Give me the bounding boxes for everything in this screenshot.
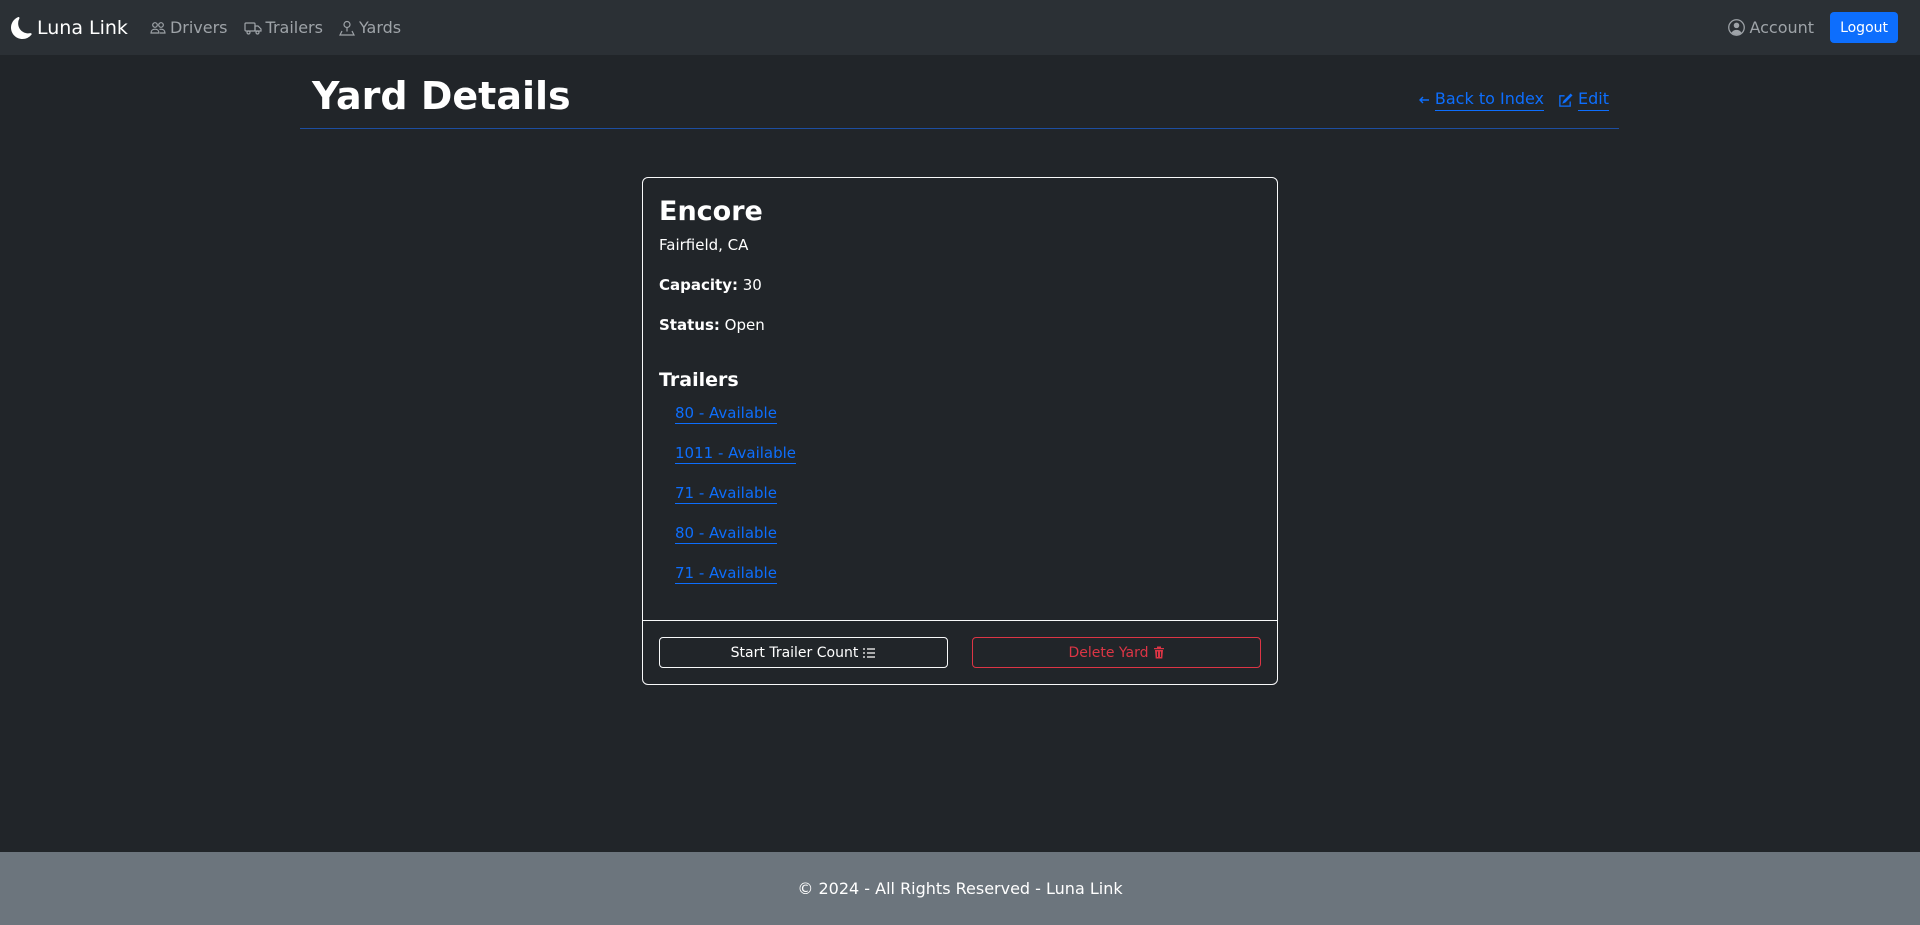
start-trailer-count-button[interactable]: Start Trailer Count [659, 637, 948, 668]
logout-button[interactable]: Logout [1830, 12, 1898, 43]
nav-drivers[interactable]: Drivers [150, 18, 228, 37]
trash-icon [1153, 646, 1164, 659]
page-footer: © 2024 - All Rights Reserved - Luna Link [0, 852, 1920, 925]
list-item: 80 - Available [675, 523, 1261, 563]
nav-drivers-label: Drivers [169, 18, 228, 37]
back-to-index-link[interactable]: Back to Index [1418, 89, 1545, 111]
brand-link[interactable]: Luna Link [11, 17, 128, 39]
yard-card-footer: Start Trailer Count Delete Yard [643, 620, 1277, 684]
page-title: Yard Details [312, 74, 571, 118]
yard-capacity: Capacity: 30 [659, 276, 1261, 294]
capacity-value: 30 [742, 276, 762, 294]
pencil-square-icon [1559, 92, 1573, 107]
nav-trailers[interactable]: Trailers [243, 18, 323, 37]
trailer-link[interactable]: 80 - Available [675, 524, 777, 544]
list-item: 80 - Available [675, 403, 1261, 443]
trailer-link[interactable]: 71 - Available [675, 484, 777, 504]
moon-icon [11, 16, 33, 39]
brand-name: Luna Link [37, 16, 128, 39]
yard-card-body: Encore Fairfield, CA Capacity: 30 Status… [643, 178, 1277, 603]
list-check-icon [863, 647, 876, 658]
account-link[interactable]: Account [1728, 18, 1814, 37]
nav-right: Account Logout [1728, 12, 1898, 43]
nav-trailers-label: Trailers [265, 18, 323, 37]
trailer-list: 80 - Available 1011 - Available 71 - Ava… [659, 403, 1261, 603]
edit-link[interactable]: Edit [1558, 89, 1609, 111]
start-trailer-count-label: Start Trailer Count [730, 644, 859, 661]
list-item: 71 - Available [675, 483, 1261, 523]
header-actions: Back to Index Edit [1404, 89, 1609, 111]
yard-card: Encore Fairfield, CA Capacity: 30 Status… [642, 177, 1278, 685]
status-value: Open [724, 316, 765, 334]
person-circle-icon [1728, 19, 1746, 36]
nav-links: Drivers Trailers Yards [150, 18, 417, 37]
people-icon [150, 21, 166, 34]
status-label: Status: [659, 316, 720, 334]
delete-yard-button[interactable]: Delete Yard [972, 637, 1261, 668]
trailer-link[interactable]: 80 - Available [675, 404, 777, 424]
nav-yards-label: Yards [358, 18, 402, 37]
edit-label: Edit [1578, 89, 1609, 111]
trailer-link[interactable]: 1011 - Available [675, 444, 797, 464]
back-to-index-label: Back to Index [1434, 89, 1545, 111]
arrow-left-icon [1418, 96, 1429, 104]
capacity-label: Capacity: [659, 276, 738, 294]
page-header: Yard Details Back to Index Edit [300, 72, 1619, 129]
pin-person-icon [338, 20, 355, 36]
truck-icon [243, 21, 262, 35]
delete-yard-label: Delete Yard [1068, 644, 1149, 661]
nav-yards[interactable]: Yards [338, 18, 402, 37]
footer-text: © 2024 - All Rights Reserved - Luna Link [797, 879, 1123, 898]
yard-location: Fairfield, CA [659, 236, 749, 254]
trailers-heading: Trailers [659, 369, 739, 391]
navbar: Luna Link Drivers Trailers Yards Account… [0, 0, 1920, 55]
list-item: 1011 - Available [675, 443, 1261, 483]
yard-status: Status: Open [659, 316, 1261, 334]
yard-name: Encore [659, 196, 763, 227]
account-label: Account [1749, 18, 1815, 37]
list-item: 71 - Available [675, 563, 1261, 603]
trailer-link[interactable]: 71 - Available [675, 564, 777, 584]
